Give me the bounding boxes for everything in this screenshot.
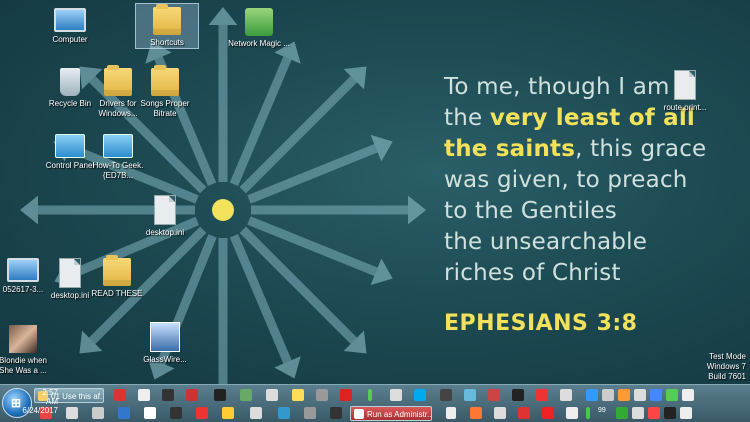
tray-icon[interactable] [682,389,694,401]
app-icon[interactable] [214,389,226,401]
folder-icon [103,255,131,286]
app-icon[interactable] [222,407,234,419]
app-icon[interactable] [240,389,252,401]
tray-icon[interactable] [586,407,590,419]
folder-icon [104,65,132,96]
app-icon[interactable] [170,407,182,419]
wallpaper-arrowhead [408,195,426,225]
app-icon[interactable] [494,407,506,419]
tray-icon[interactable] [632,407,644,419]
wallpaper-ray [229,56,292,186]
desktop-icon-how-to-geek[interactable]: How-To Geek.{ED7B... [87,134,149,181]
desktop-icon-shortcuts[interactable]: Shortcuts [135,3,199,49]
app-icon[interactable] [488,389,500,401]
clock-time[interactable]: 2:57 AM [34,388,58,406]
desktop-icon-computer[interactable]: Computer [39,8,101,45]
desktop-icon-network-magic[interactable]: Network Magic ... [228,8,290,49]
app-icon[interactable] [250,407,262,419]
app-icon[interactable] [266,389,278,401]
wallpaper-ray [229,234,292,364]
folder-icon [151,65,179,96]
app-icon[interactable] [196,407,208,419]
app-icon[interactable] [114,389,126,401]
tray-icon[interactable] [634,389,646,401]
app-icon[interactable] [186,389,198,401]
tray-icon[interactable] [602,389,614,401]
app-icon[interactable] [340,389,352,401]
dump-file-icon [7,258,39,282]
app-icon[interactable] [512,389,524,401]
folder-icon [153,4,181,35]
test-mode-watermark: Test Mode Windows 7 Build 7601 [706,352,746,381]
desktop-icon-blondie[interactable]: Blondie when She Was a ... [0,325,54,376]
tray-icon[interactable] [616,407,628,419]
document-icon [154,195,176,225]
app-icon[interactable] [470,407,482,419]
control-panel-icon [103,134,133,158]
desktop-icon-read-these[interactable]: READ THESE [86,255,148,299]
vivaldi-icon [354,409,364,419]
app-icon[interactable] [304,407,316,419]
tray-icon[interactable] [650,389,662,401]
clock-date[interactable]: 6/24/2017 [22,406,58,415]
wallpaper-ray [247,144,378,204]
app-icon[interactable] [440,389,452,401]
wallpaper-sun [212,199,234,221]
app-icon[interactable] [464,389,476,401]
app-icon[interactable] [144,407,156,419]
computer-icon [54,8,86,32]
desktop-icon-glasswire[interactable]: GlassWire... [134,322,196,365]
flag-icon[interactable] [680,407,692,419]
document-icon [674,70,696,100]
taskbar: ⊞ 01 Use this af... 2:57 AM Run as Admin… [0,384,750,422]
app-icon[interactable] [368,389,372,401]
tray-icon[interactable] [664,407,676,419]
app-icon[interactable] [138,389,150,401]
app-icon[interactable] [566,407,578,419]
app-icon[interactable] [292,389,304,401]
plus-icon[interactable] [446,407,456,419]
app-icon[interactable] [162,389,174,401]
tray-icon[interactable] [586,389,598,401]
app-icon[interactable] [518,407,530,419]
desktop-icon-route-print[interactable]: route.print... [654,70,716,113]
app-icon[interactable] [118,407,130,419]
app-icon[interactable] [330,407,342,419]
app-icon[interactable] [560,389,572,401]
app-icon[interactable] [316,389,328,401]
wallpaper-arrowhead [20,195,38,225]
glasswire-icon [150,322,180,352]
desktop-icon-desktop-ini-1[interactable]: desktop.ini [134,195,196,238]
windows-orb-icon: ⊞ [11,396,22,410]
app-icon[interactable] [92,407,104,419]
network-magic-icon [245,8,273,36]
wallpaper-reference: EPHESIANS 3:8 [444,311,638,336]
wallpaper-ray [247,216,378,276]
app-icon[interactable] [390,389,402,401]
app-icon[interactable] [66,407,78,419]
control-panel-icon [55,134,85,158]
image-thumbnail-icon [9,325,37,353]
recycle-bin-icon [60,68,80,96]
task-button-2[interactable]: Run as Administr... [350,406,432,421]
tray-badge: 99 [598,407,606,414]
app-icon[interactable] [542,407,554,419]
tray-icon[interactable] [648,407,660,419]
desktop-icon-songs[interactable]: Songs Proper Bitrate [134,65,196,119]
app-icon[interactable] [536,389,548,401]
desktop[interactable]: To me, though I am the very least of all… [0,0,750,384]
app-icon[interactable] [278,407,290,419]
app-icon[interactable] [414,389,426,401]
tray-icon[interactable] [618,389,630,401]
document-icon [59,258,81,288]
tray-icon[interactable] [666,389,678,401]
